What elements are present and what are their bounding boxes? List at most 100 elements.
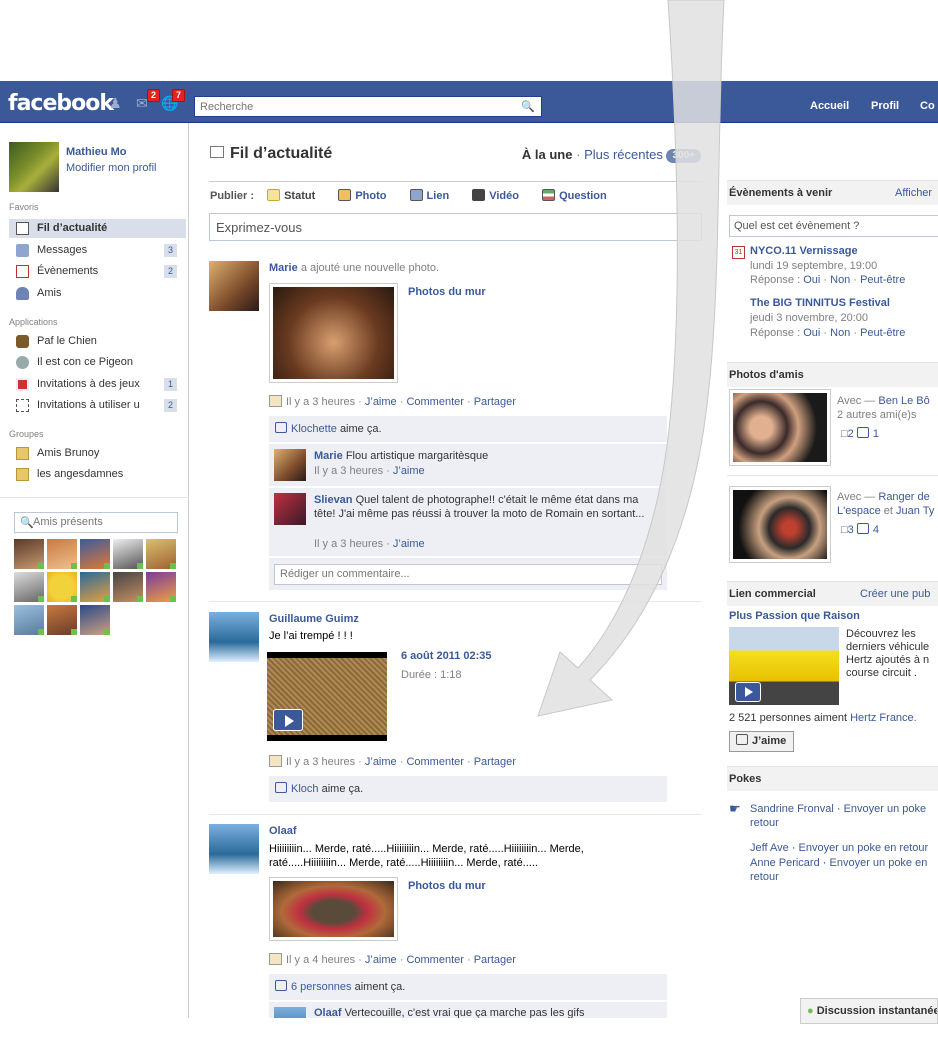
chat-bar[interactable]: ● Discussion instantanée: [800, 998, 938, 1024]
tagged-friend[interactable]: Ben Le Bô: [878, 395, 929, 407]
liker-name[interactable]: 6 personnes: [291, 981, 352, 993]
search-input[interactable]: [195, 97, 515, 116]
event-input[interactable]: Quel est cet évènement ?: [729, 215, 938, 237]
messages-icon[interactable]: ✉ 2: [136, 89, 160, 111]
search-box[interactable]: 🔍: [194, 96, 542, 117]
friend-photo[interactable]: [729, 389, 831, 466]
sidebar-item-friends[interactable]: Amis: [9, 284, 186, 303]
play-button[interactable]: [735, 682, 761, 702]
like-link[interactable]: J’aime: [365, 954, 397, 966]
online-friend-avatar[interactable]: [47, 605, 77, 635]
comment-like-link[interactable]: J’aime: [393, 538, 425, 550]
attachment-title[interactable]: Photos du mur: [408, 880, 486, 892]
online-friend-avatar[interactable]: [146, 572, 176, 602]
notifications-icon[interactable]: 🌐 7: [161, 89, 185, 111]
share-link[interactable]: Partager: [474, 396, 516, 408]
online-friend-avatar[interactable]: [113, 539, 143, 569]
liker-name[interactable]: Kloch: [291, 783, 319, 795]
story-author-name[interactable]: Marie: [269, 262, 298, 274]
publish-status-tab[interactable]: Statut: [267, 189, 325, 202]
sort-top-stories[interactable]: À la une: [522, 147, 573, 162]
story-photo[interactable]: [269, 877, 398, 941]
ad-image[interactable]: [729, 627, 839, 705]
nav-profile[interactable]: Profil: [871, 100, 899, 112]
commenter-name[interactable]: Marie: [314, 450, 343, 462]
poke-back-link[interactable]: Envoyer un poke en: [830, 857, 928, 869]
nav-home[interactable]: Accueil: [810, 100, 849, 112]
event-name[interactable]: The BIG TINNITUS Festival: [750, 297, 890, 309]
ad-headline[interactable]: Plus Passion que Raison: [729, 610, 860, 622]
commenter-avatar[interactable]: [274, 1007, 306, 1018]
photo-stats[interactable]: □2 1: [841, 427, 879, 440]
publish-question-tab[interactable]: Question: [542, 189, 617, 202]
sidebar-item-app-invites[interactable]: Invitations à utiliser u 2: [9, 396, 186, 415]
comment-link[interactable]: Commenter: [406, 756, 463, 768]
sidebar-item-messages[interactable]: Messages 3: [9, 241, 186, 260]
online-friend-avatar[interactable]: [47, 572, 77, 602]
story-author-name[interactable]: Olaaf: [269, 825, 297, 837]
online-friend-avatar[interactable]: [80, 572, 110, 602]
tagged-friend[interactable]: Juan Ty: [896, 505, 934, 517]
share-link[interactable]: Partager: [474, 756, 516, 768]
comment-input[interactable]: Rédiger un commentaire...: [274, 564, 662, 585]
create-ad-link[interactable]: Créer une pub: [860, 582, 930, 606]
commenter-avatar[interactable]: [274, 449, 306, 481]
poke-friend[interactable]: Jeff Ave: [750, 842, 789, 854]
story-author-avatar[interactable]: [209, 612, 259, 662]
publish-photo-tab[interactable]: Photo: [338, 189, 396, 202]
online-friend-avatar[interactable]: [113, 572, 143, 602]
tagged-friend[interactable]: L'espace: [837, 505, 881, 517]
rsvp-maybe[interactable]: Peut-être: [860, 274, 905, 286]
sidebar-item-group-angesdamnes[interactable]: les angesdamnes: [9, 465, 186, 484]
rsvp-yes[interactable]: Oui: [803, 274, 820, 286]
video-title[interactable]: 6 août 2011 02:35: [401, 650, 492, 662]
friend-photo[interactable]: [729, 486, 831, 563]
edit-profile-link[interactable]: Modifier mon profil: [66, 162, 156, 174]
sidebar-item-game-invites[interactable]: Invitations à des jeux 1: [9, 375, 186, 394]
video-thumbnail[interactable]: [267, 652, 387, 741]
online-friends-search[interactable]: 🔍 Amis présents: [14, 512, 178, 533]
online-friend-avatar[interactable]: [80, 605, 110, 635]
online-friend-avatar[interactable]: [47, 539, 77, 569]
liker-name[interactable]: Klochette: [291, 423, 337, 435]
sidebar-item-group-amis-brunoy[interactable]: Amis Brunoy: [9, 444, 186, 463]
sidebar-item-news-feed[interactable]: Fil d’actualité: [9, 219, 186, 238]
rsvp-maybe[interactable]: Peut-être: [860, 327, 905, 339]
facebook-logo[interactable]: facebook: [8, 91, 114, 116]
comment-like-link[interactable]: J’aime: [393, 465, 425, 477]
story-author-name[interactable]: Guillaume Guimz: [269, 613, 359, 625]
event-name[interactable]: NYCO.11 Vernissage: [750, 245, 858, 257]
profile-avatar[interactable]: [9, 142, 59, 192]
online-friend-avatar[interactable]: [146, 539, 176, 569]
poke-friend[interactable]: Anne Pericard: [750, 857, 820, 869]
story-photo[interactable]: [269, 283, 398, 383]
story-author-avatar[interactable]: [209, 261, 259, 311]
sidebar-item-app-paf-le-chien[interactable]: Paf le Chien: [9, 332, 186, 351]
publish-video-tab[interactable]: Vidéo: [472, 189, 529, 202]
story-author-avatar[interactable]: [209, 824, 259, 874]
sort-most-recent[interactable]: Plus récentes: [584, 147, 663, 162]
commenter-name[interactable]: Olaaf: [314, 1007, 342, 1018]
tagged-friend[interactable]: Ranger de: [878, 491, 929, 503]
poke-back-link[interactable]: Envoyer un poke en retour: [799, 842, 929, 854]
poke-back-link[interactable]: Envoyer un poke: [844, 803, 927, 815]
ad-brand-link[interactable]: Hertz France.: [850, 712, 917, 724]
poke-back-link-cont[interactable]: retour: [750, 871, 779, 883]
rsvp-yes[interactable]: Oui: [803, 327, 820, 339]
share-link[interactable]: Partager: [474, 954, 516, 966]
events-see-all-link[interactable]: Afficher: [895, 181, 932, 205]
like-link[interactable]: J’aime: [365, 396, 397, 408]
publish-link-tab[interactable]: Lien: [409, 189, 460, 202]
like-link[interactable]: J’aime: [365, 756, 397, 768]
poke-back-link-cont[interactable]: retour: [750, 817, 779, 829]
rsvp-no[interactable]: Non: [830, 274, 850, 286]
status-composer[interactable]: Exprimez-vous: [209, 213, 702, 241]
play-button[interactable]: [273, 709, 303, 731]
online-friend-avatar[interactable]: [14, 539, 44, 569]
friend-requests-icon[interactable]: ♟: [109, 95, 127, 111]
comment-link[interactable]: Commenter: [406, 954, 463, 966]
online-friend-avatar[interactable]: [80, 539, 110, 569]
nav-account[interactable]: Co: [920, 100, 935, 112]
sidebar-item-app-pigeon[interactable]: Il est con ce Pigeon: [9, 353, 186, 372]
search-icon[interactable]: 🔍: [521, 100, 535, 113]
